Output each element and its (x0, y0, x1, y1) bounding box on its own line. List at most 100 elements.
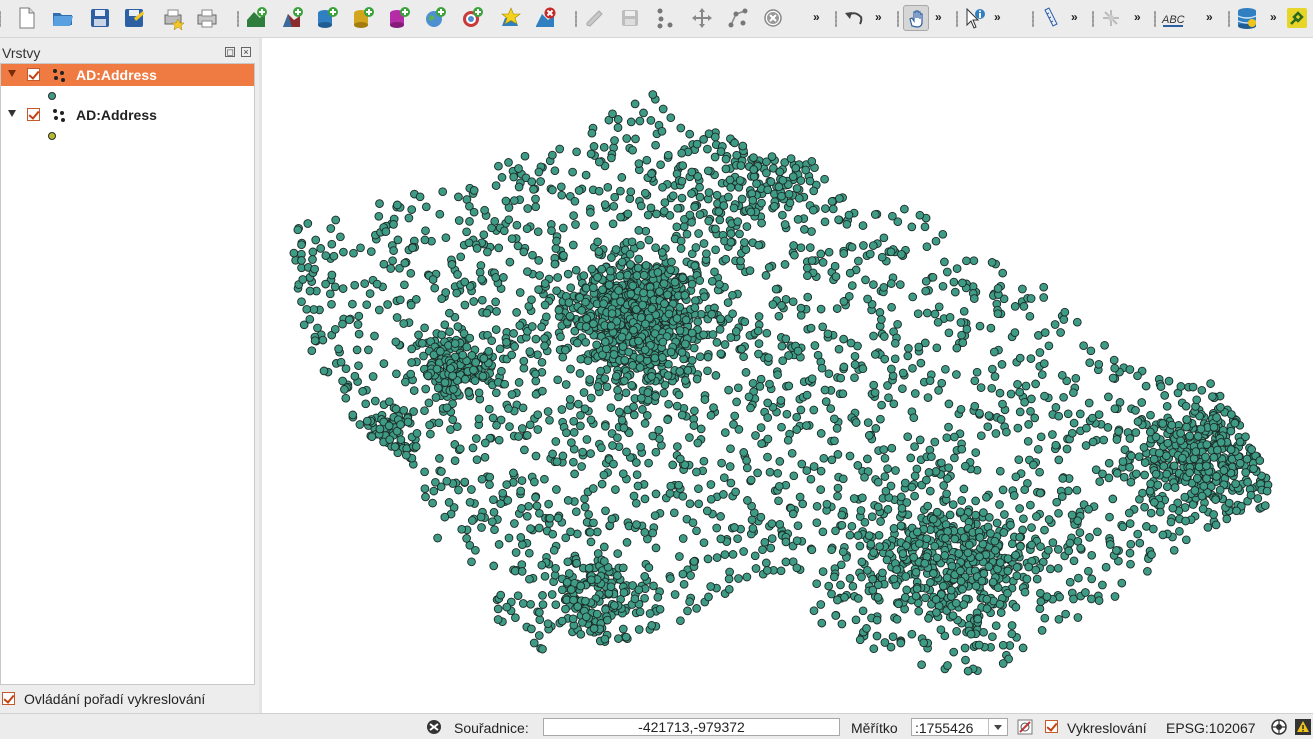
undo-icon[interactable] (841, 5, 867, 31)
crs-label[interactable]: EPSG:102067 (1166, 720, 1256, 736)
address-point (639, 108, 648, 118)
edit-pencil-icon[interactable] (581, 5, 607, 31)
address-point (675, 367, 685, 376)
coordinates-field[interactable]: -421713,-979372 (543, 718, 840, 736)
render-order-row[interactable]: Ovládání pořadí vykreslování (0, 686, 259, 710)
new-shapefile-layer-icon[interactable] (497, 5, 523, 31)
add-spatialite-layer-icon[interactable] (350, 5, 376, 31)
address-point (868, 585, 878, 595)
delete-selected-icon[interactable] (760, 5, 786, 31)
toolbar-grip[interactable] (575, 11, 577, 27)
address-point (584, 563, 594, 573)
toolbar-overflow-1[interactable]: » (813, 10, 820, 24)
save-as-project-icon[interactable] (121, 5, 147, 31)
toolbar-grip[interactable] (1092, 11, 1094, 27)
panel-close-button[interactable]: × (241, 47, 251, 57)
move-feature-icon[interactable] (689, 5, 715, 31)
add-raster-layer-icon[interactable] (279, 5, 305, 31)
crs-globe-icon[interactable] (1270, 718, 1288, 736)
address-point (477, 274, 486, 284)
address-point (792, 425, 802, 434)
address-point (567, 438, 576, 447)
rotation-icon[interactable] (1016, 718, 1034, 736)
toolbar-grip[interactable] (237, 11, 239, 27)
address-point (289, 248, 299, 258)
layer-row-1[interactable]: AD:Address (1, 64, 254, 86)
new-project-icon[interactable] (14, 5, 40, 31)
address-point (616, 186, 625, 196)
address-point (1243, 477, 1252, 487)
add-wms-layer-icon[interactable] (422, 5, 448, 31)
new-print-composer-icon[interactable] (160, 5, 186, 31)
pan-map-icon[interactable] (903, 5, 929, 31)
add-feature-icon[interactable] (652, 5, 678, 31)
address-point (984, 562, 994, 572)
toolbar-grip[interactable] (1032, 11, 1034, 27)
plugin-icon[interactable] (1284, 5, 1310, 31)
address-point (930, 309, 940, 319)
toolbar-overflow-2[interactable]: » (875, 10, 882, 24)
save-edits-icon[interactable] (617, 5, 643, 31)
address-point (1114, 427, 1123, 436)
render-checkbox[interactable] (1045, 720, 1058, 733)
address-point (923, 501, 933, 511)
add-wfs-layer-icon[interactable] (459, 5, 485, 31)
toolbar-grip[interactable] (0, 11, 1, 27)
toolbar-grip[interactable] (1228, 11, 1230, 27)
remove-layer-icon[interactable] (532, 5, 558, 31)
address-point (475, 267, 485, 277)
measure-icon[interactable] (1038, 5, 1064, 31)
address-point (556, 182, 566, 192)
toolbar-overflow-8[interactable]: » (1270, 10, 1277, 24)
render-order-checkbox[interactable] (2, 692, 15, 705)
address-point (409, 407, 418, 416)
panel-float-button[interactable]: ◻ (225, 47, 235, 57)
toolbar-overflow-5[interactable]: » (1071, 10, 1078, 24)
print-icon[interactable] (194, 5, 220, 31)
layer-row-2[interactable]: AD:Address (1, 104, 254, 126)
address-point (1226, 426, 1236, 436)
layers-panel-title: Vrstvy (2, 45, 41, 61)
toolbar-grip[interactable] (1154, 11, 1156, 27)
layer-visibility-checkbox[interactable] (27, 108, 40, 121)
toolbar-grip[interactable] (956, 11, 958, 27)
coordinate-toggle-icon[interactable] (425, 718, 443, 736)
map-canvas[interactable] (262, 38, 1313, 713)
digitize-tools-icon[interactable] (1098, 5, 1124, 31)
address-point (724, 192, 733, 202)
address-point (562, 428, 571, 438)
database-manager-icon[interactable] (1234, 5, 1260, 31)
toolbar-overflow-3[interactable]: » (935, 10, 942, 24)
add-postgis-layer-icon[interactable] (314, 5, 340, 31)
address-point (648, 528, 658, 538)
address-point (512, 220, 522, 230)
open-project-icon[interactable] (50, 5, 76, 31)
expand-arrow-icon[interactable] (8, 110, 16, 117)
address-point (914, 342, 924, 352)
identify-features-icon[interactable] (962, 5, 988, 31)
expand-arrow-icon[interactable] (8, 70, 16, 77)
add-mssql-layer-icon[interactable] (386, 5, 412, 31)
address-point (571, 507, 581, 517)
node-tool-icon[interactable] (725, 5, 751, 31)
address-point (1087, 574, 1097, 584)
address-point (694, 484, 703, 494)
toolbar-grip[interactable] (897, 11, 899, 27)
toolbar-overflow-4[interactable]: » (994, 10, 1001, 24)
messages-warning-icon[interactable] (1294, 718, 1312, 736)
label-tool-icon[interactable]: ABC (1160, 5, 1186, 31)
chevron-down-icon[interactable] (988, 719, 1007, 735)
address-point (1023, 436, 1033, 446)
layer-visibility-checkbox[interactable] (27, 68, 40, 81)
add-vector-layer-icon[interactable] (243, 5, 269, 31)
address-point (987, 383, 997, 393)
toolbar-overflow-7[interactable]: » (1206, 10, 1213, 24)
scale-combobox[interactable]: :1755426 (911, 718, 1008, 736)
address-point (855, 635, 865, 645)
address-point (1075, 528, 1085, 537)
toolbar-overflow-6[interactable]: » (1134, 10, 1141, 24)
address-point (1190, 486, 1200, 495)
save-project-icon[interactable] (87, 5, 113, 31)
toolbar-grip[interactable] (835, 11, 837, 27)
address-point (469, 365, 478, 375)
